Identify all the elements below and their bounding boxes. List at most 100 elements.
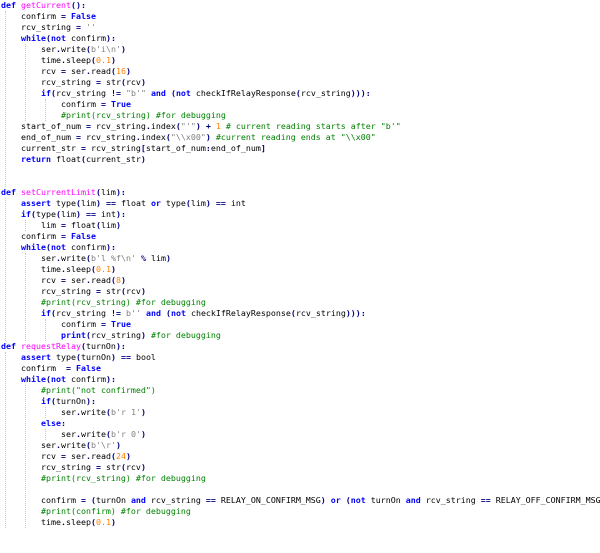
code-token: ): [140, 286, 146, 296]
code-line[interactable]: time.sleep(0.1): [41, 55, 116, 66]
code-token: turnOn: [56, 396, 86, 406]
code-line[interactable]: def getCurrent():: [1, 0, 86, 11]
code-token: rcv_string: [41, 77, 96, 87]
code-line[interactable]: if(rcv_string != b'' and (not checkIfRel…: [41, 308, 366, 319]
code-line[interactable]: rcv_string = str(rcv): [41, 286, 146, 297]
code-token: if: [41, 308, 51, 318]
code-token: assert: [21, 198, 51, 208]
code-token: ):: [85, 396, 96, 406]
code-token: if: [21, 209, 31, 219]
code-line[interactable]: confirm = (turnOn and rcv_string == RELA…: [41, 495, 600, 506]
code-token: lim: [100, 220, 116, 230]
code-line[interactable]: ser.write(b'i\n'): [41, 44, 126, 55]
code-token: or: [150, 198, 161, 208]
code-token: start_of_num: [21, 121, 86, 131]
code-token: type: [50, 352, 76, 362]
code-line[interactable]: time.sleep(0.1): [41, 517, 116, 528]
code-line[interactable]: confirm = False: [21, 11, 96, 22]
code-token: ser: [41, 253, 56, 263]
code-line[interactable]: assert type(turnOn) == bool: [21, 352, 156, 363]
code-token: sleep: [65, 55, 91, 65]
code-token: confirm: [65, 242, 106, 252]
code-line[interactable]: def requestRelay(turnOn):: [1, 341, 126, 352]
code-token: "b'": [125, 88, 146, 98]
code-token: ser: [65, 275, 86, 285]
code-token: current_str: [85, 154, 141, 164]
code-token: write: [61, 253, 86, 263]
code-line[interactable]: assert type(lim) == float or type(lim) =…: [21, 198, 246, 209]
code-token: ): [165, 253, 171, 263]
code-line[interactable]: start_of_num = rcv_string.index("'") + 1…: [21, 121, 401, 132]
code-line[interactable]: rcv = ser.read(16): [41, 66, 131, 77]
code-token: time: [41, 517, 61, 527]
code-token: bool: [130, 352, 156, 362]
code-token: lim: [60, 209, 76, 219]
indent-guide: [25, 253, 26, 341]
code-line[interactable]: ser.write(b'r 1'): [61, 407, 146, 418]
code-line[interactable]: time.sleep(0.1): [41, 264, 116, 275]
code-token: end_of_num: [21, 132, 76, 142]
code-line[interactable]: confirm = True: [61, 99, 131, 110]
code-line[interactable]: confirm = True: [61, 319, 131, 330]
code-line[interactable]: rcv_string = '': [21, 22, 96, 33]
code-line[interactable]: while(not confirm):: [21, 33, 116, 44]
code-line[interactable]: return float(current_str): [21, 154, 146, 165]
code-token: rcv_string: [90, 121, 146, 131]
code-line[interactable]: if(type(lim) == int):: [21, 209, 126, 220]
code-token: ):: [115, 341, 126, 351]
code-line[interactable]: if(turnOn):: [41, 396, 96, 407]
code-line[interactable]: #print(rcv_string) #for debugging: [41, 297, 206, 308]
code-line[interactable]: def setCurrentLimit(lim):: [1, 187, 126, 198]
code-token: RELAY_ON_CONFIRM_MSG: [215, 495, 321, 505]
code-line[interactable]: #print("not confirmed"): [41, 385, 156, 396]
code-token: float: [115, 198, 151, 208]
indent-guide: [45, 99, 46, 121]
code-line[interactable]: rcv_string = str(rcv): [41, 462, 146, 473]
code-token: lim: [100, 187, 116, 197]
code-line[interactable]: #print(rcv_string) #for debugging: [41, 473, 206, 484]
code-line[interactable]: current_str = rcv_string[start_of_num:en…: [21, 143, 266, 154]
code-line[interactable]: ser.write(b'r 0'): [61, 429, 146, 440]
code-token: ser: [41, 440, 56, 450]
code-line[interactable]: rcv_string = str(rcv): [41, 77, 146, 88]
code-token: if: [41, 396, 51, 406]
code-token: confirm: [65, 374, 106, 384]
code-line[interactable]: ser.write(b'\r'): [41, 440, 121, 451]
code-token: rcv: [41, 66, 61, 76]
code-token: rcv: [125, 286, 141, 296]
code-line[interactable]: else:: [41, 418, 66, 429]
code-token: confirm: [21, 363, 66, 373]
code-line[interactable]: #print(confirm) #for debugging: [41, 506, 191, 517]
code-token: end_of_num: [210, 143, 261, 153]
code-token: time: [41, 55, 61, 65]
code-token: ==: [215, 198, 226, 208]
code-token: ))): [345, 308, 361, 318]
code-line[interactable]: lim = float(lim): [41, 220, 121, 231]
code-token: assert: [21, 352, 51, 362]
code-line[interactable]: if(rcv_string != "b'" and (not checkIfRe…: [41, 88, 371, 99]
code-token: rcv_string: [56, 88, 111, 98]
code-line[interactable]: #print(rcv_string) #for debugging: [61, 110, 226, 121]
code-token: #print(rcv_string) #for debugging: [41, 297, 206, 307]
code-token: rcv: [41, 451, 61, 461]
code-token: ):: [105, 242, 116, 252]
code-line[interactable]: print(rcv_string) #for debugging: [61, 330, 221, 341]
code-token: print: [61, 330, 86, 340]
code-token: # current reading starts after "b'": [225, 121, 401, 131]
code-line[interactable]: confirm = False: [21, 363, 101, 374]
code-line[interactable]: rcv = ser.read(24): [41, 451, 131, 462]
code-token: checkIfRelayResponse: [190, 88, 296, 98]
code-line[interactable]: while(not confirm):: [21, 374, 116, 385]
code-token: lim: [145, 253, 166, 263]
code-line[interactable]: end_of_num = rcv_string.index("\\x00") #…: [21, 132, 376, 143]
code-line[interactable]: ser.write(b'l %f\n' % lim): [41, 253, 171, 264]
code-token: confirm: [21, 11, 61, 21]
code-token: turnOn: [95, 495, 131, 505]
code-line[interactable]: confirm = False: [21, 231, 96, 242]
code-token: ==: [85, 209, 96, 219]
code-editor[interactable]: def getCurrent(): confirm = False rcv_stri…: [0, 0, 600, 553]
code-token: start_of_num: [145, 143, 206, 153]
code-line[interactable]: while(not confirm):: [21, 242, 116, 253]
code-token: getCurrent: [21, 0, 71, 10]
code-line[interactable]: rcv = ser.read(8): [41, 275, 126, 286]
